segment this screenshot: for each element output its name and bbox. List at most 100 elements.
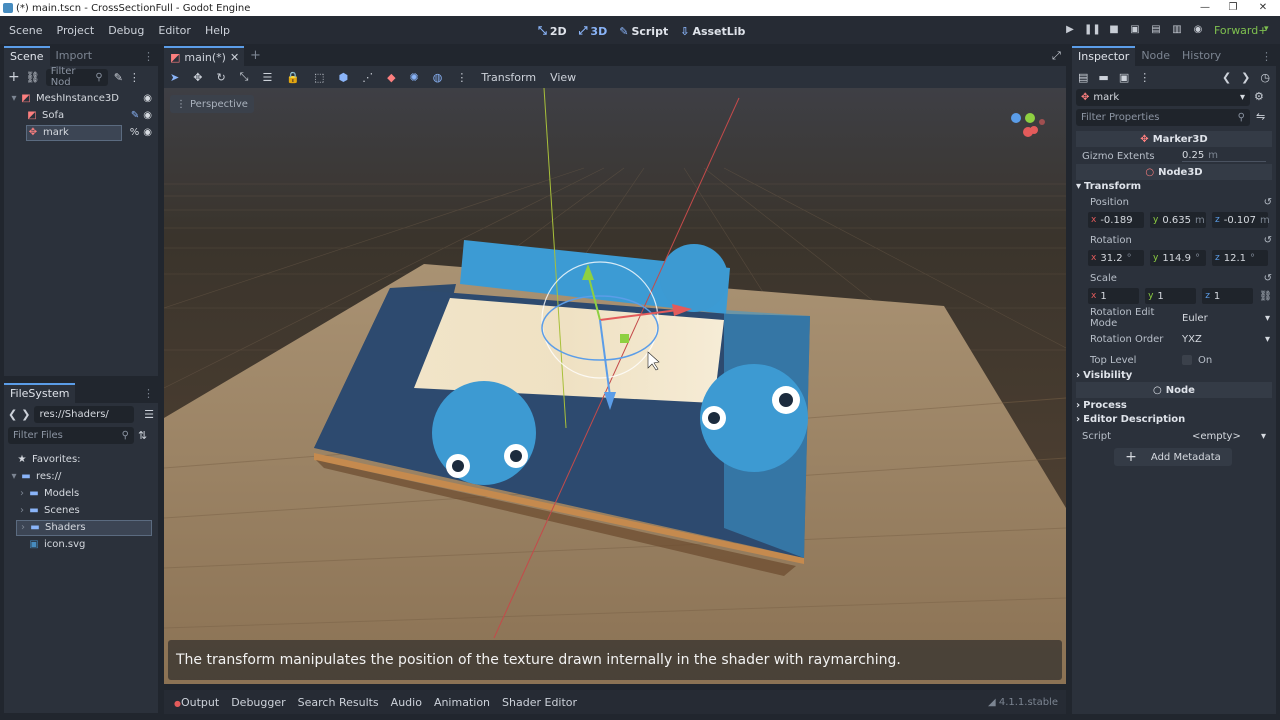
scene-menu-icon[interactable]: ⋮ (129, 71, 140, 84)
sun-preview-icon[interactable]: ◆ (387, 71, 395, 84)
folder-models[interactable]: › ▬ Models (4, 485, 158, 502)
close-icon[interactable]: ✕ (230, 51, 239, 64)
collapse-icon[interactable]: ▾ (8, 93, 20, 104)
expand-icon[interactable]: › (16, 488, 28, 499)
add-tab-icon[interactable]: + (250, 48, 261, 63)
rotation-z-field[interactable]: z 12.1 ° (1212, 250, 1268, 266)
folder-scenes[interactable]: › ▬ Scenes (4, 502, 158, 519)
play-icon[interactable]: ▶ (1062, 22, 1078, 38)
collapse-icon[interactable]: ▾ (8, 471, 20, 482)
tree-node-mark[interactable]: ✥ mark % ◉ (4, 124, 158, 141)
menu-project[interactable]: Project (50, 24, 102, 37)
split-view-icon[interactable]: ☰ (144, 408, 154, 421)
tab-animation[interactable]: Animation (428, 696, 496, 709)
perspective-menu[interactable]: ⋮ Perspective (170, 95, 254, 113)
dock-menu-icon[interactable]: ⋮ (143, 387, 154, 400)
close-window-button[interactable]: ✕ (1248, 0, 1278, 16)
more-icon[interactable]: ⋮ (456, 71, 467, 84)
tab-history[interactable]: History (1176, 46, 1227, 66)
position-y-field[interactable]: y 0.635 m (1150, 212, 1206, 228)
environment-icon[interactable]: ✺ (410, 71, 419, 84)
inspector-menu-icon[interactable]: ⋮ (1139, 71, 1150, 84)
tab-search-results[interactable]: Search Results (292, 696, 385, 709)
fullscreen-icon[interactable]: ⤢ (1052, 49, 1061, 63)
eye-icon[interactable]: ◉ (143, 93, 152, 104)
dock-menu-icon[interactable]: ⋮ (1261, 50, 1272, 63)
menu-help[interactable]: Help (198, 24, 237, 37)
transform-menu[interactable]: Transform (481, 71, 536, 84)
add-metadata-button[interactable]: + Add Metadata (1114, 448, 1232, 466)
link-icon[interactable]: ⛓ (26, 71, 40, 84)
eye-icon[interactable]: ◉ (143, 127, 152, 138)
view-menu[interactable]: View (550, 71, 576, 84)
script-attach-icon[interactable]: ✎ (114, 71, 123, 84)
path-field[interactable]: res://Shaders/ (34, 405, 135, 423)
history-back-icon[interactable]: ❮ (1222, 71, 1231, 84)
scale-tool-icon[interactable]: ⤡ (240, 70, 249, 84)
history-forward-icon[interactable]: ❯ (1241, 71, 1250, 84)
add-node-icon[interactable]: + (8, 69, 20, 85)
expand-icon[interactable]: › (17, 522, 29, 533)
tab-import[interactable]: Import (50, 46, 99, 66)
top-level-checkbox[interactable]: On (1182, 355, 1212, 366)
object-history-icon[interactable]: ◷ (1260, 71, 1270, 84)
rotation-edit-mode-select[interactable]: Euler ▾ (1182, 313, 1270, 324)
res-item[interactable]: ▾ ▬ res:// (4, 468, 158, 485)
play-scene-icon[interactable]: ▤ (1148, 22, 1164, 38)
eye-icon[interactable]: ◉ (143, 110, 152, 121)
stop-icon[interactable]: ■ (1106, 22, 1122, 38)
inspected-object-select[interactable]: ✥ mark ▾ (1076, 89, 1250, 106)
menu-scene[interactable]: Scene (2, 24, 50, 37)
rotate-tool-icon[interactable]: ↻ (216, 71, 225, 84)
group-icon[interactable]: ⬚ (314, 71, 324, 84)
remote-debug-icon[interactable]: ▣ (1127, 22, 1143, 38)
play-custom-icon[interactable]: ▥ (1169, 22, 1185, 38)
tab-audio[interactable]: Audio (385, 696, 428, 709)
scale-y-field[interactable]: y1 (1145, 288, 1197, 304)
position-x-field[interactable]: x -0.189 (1088, 212, 1144, 228)
local-space-icon[interactable]: ⬢ (338, 71, 348, 84)
tab-scene[interactable]: Scene (4, 46, 50, 66)
position-z-field[interactable]: z -0.107 m (1212, 212, 1270, 228)
revert-icon[interactable]: ↺ (1264, 273, 1272, 284)
link-scale-icon[interactable]: ⛓ (1259, 291, 1272, 302)
list-select-icon[interactable]: ☰ (262, 71, 272, 84)
new-resource-icon[interactable]: ▤ (1078, 71, 1088, 84)
save-icon[interactable]: ▣ (1119, 71, 1129, 84)
gizmo-extents-field[interactable]: 0.25 m (1182, 150, 1266, 162)
tab-main[interactable]: ◩ main(*) ✕ (164, 46, 244, 66)
dock-menu-icon[interactable]: ⋮ (143, 50, 154, 63)
3d-viewport[interactable]: ⋮ Perspective The transform manipulates … (164, 88, 1066, 684)
move-tool-icon[interactable]: ✥ (193, 71, 202, 84)
script-icon[interactable]: ✎ (131, 110, 139, 121)
rotation-order-select[interactable]: YXZ ▾ (1182, 334, 1270, 345)
menu-debug[interactable]: Debug (101, 24, 151, 37)
filter-options-icon[interactable]: ⇋ (1256, 110, 1265, 123)
tree-node-meshinstance3d[interactable]: ▾ ◩ MeshInstance3D ◉ (4, 90, 158, 107)
tab-3d[interactable]: ⤢ 3D (573, 24, 614, 38)
doc-icon[interactable]: ⚙ (1254, 90, 1264, 103)
script-select[interactable]: <empty> ▾ (1192, 431, 1266, 442)
select-tool-icon[interactable]: ➤ (170, 71, 179, 84)
globe-icon[interactable]: ◍ (433, 71, 443, 84)
forward-icon[interactable]: ❯ (21, 408, 30, 421)
scale-z-field[interactable]: z1 (1202, 288, 1254, 304)
tab-filesystem[interactable]: FileSystem (4, 383, 76, 403)
filesystem-filter-input[interactable]: Filter Files ⚲ (8, 426, 134, 444)
pause-icon[interactable]: ❚❚ (1084, 22, 1101, 38)
tab-assetlib[interactable]: ⇩ AssetLib (674, 25, 751, 38)
lock-icon[interactable]: 🔒 (286, 71, 300, 84)
movie-icon[interactable]: ◉ (1190, 22, 1206, 38)
tab-debugger[interactable]: Debugger (225, 696, 291, 709)
tab-script[interactable]: ✎ Script (613, 25, 674, 38)
renderer-select[interactable]: Forward+ (1214, 24, 1267, 37)
scale-x-field[interactable]: x1 (1088, 288, 1140, 304)
percent-icon[interactable]: % (130, 127, 140, 138)
rotation-x-field[interactable]: x 31.2 ° (1088, 250, 1144, 266)
tab-inspector[interactable]: Inspector (1072, 46, 1136, 66)
gizmo-plane-handle[interactable] (620, 334, 629, 343)
restore-button[interactable]: ❐ (1218, 0, 1248, 16)
open-folder-icon[interactable]: ▬ (1098, 71, 1108, 84)
tree-node-sofa[interactable]: ◩ Sofa ✎ ◉ (4, 107, 158, 124)
revert-icon[interactable]: ↺ (1264, 235, 1272, 246)
